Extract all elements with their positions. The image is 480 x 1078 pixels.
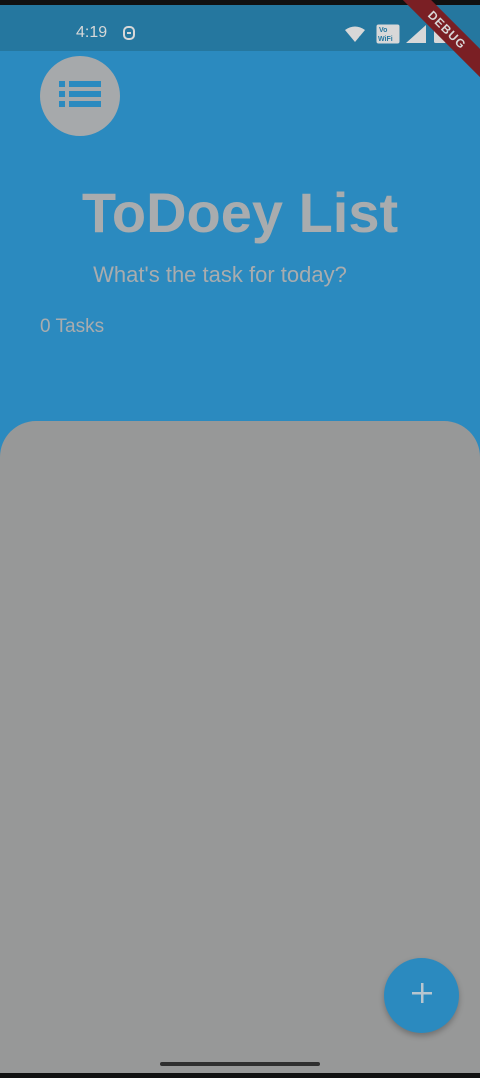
task-count: 0 Tasks — [40, 316, 105, 337]
notification-icon — [122, 24, 136, 47]
svg-text:WiFi: WiFi — [378, 36, 393, 43]
home-indicator[interactable] — [160, 1062, 320, 1066]
screen: 4:19 Vo WiFi DEBUG ToDoey List What's th… — [0, 0, 480, 1078]
device-frame-bottom — [0, 1073, 480, 1078]
menu-button[interactable] — [40, 56, 120, 136]
status-time: 4:19 — [76, 24, 108, 41]
wifi-icon — [344, 26, 366, 47]
vowifi-icon: Vo WiFi — [376, 24, 400, 49]
status-bar: 4:19 Vo WiFi — [0, 5, 480, 51]
page-title: ToDoey List — [81, 181, 399, 244]
add-icon — [411, 982, 433, 1009]
svg-text:Vo: Vo — [379, 27, 387, 34]
add-task-button[interactable] — [384, 958, 459, 1033]
page-subtitle: What's the task for today? — [93, 262, 347, 287]
signal-icon — [406, 25, 426, 48]
list-icon — [59, 80, 101, 113]
